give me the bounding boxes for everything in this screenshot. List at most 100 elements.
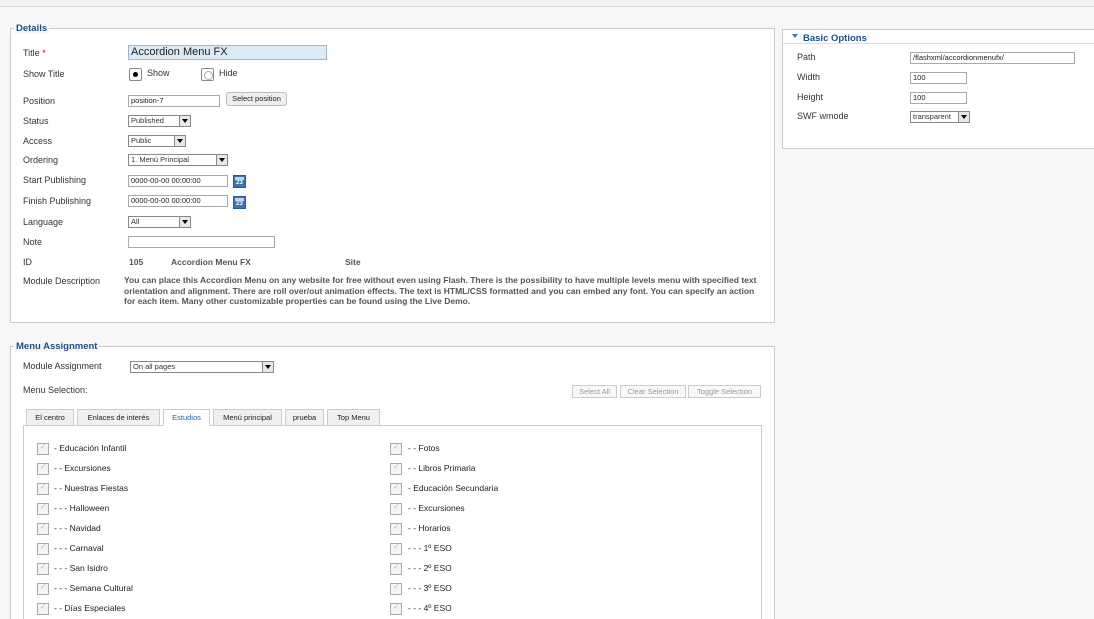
language-label: Language	[23, 217, 64, 227]
show-title-hide-radio[interactable]	[201, 68, 214, 81]
menu-item-checkbox[interactable]	[390, 522, 402, 535]
menu-item-checkbox[interactable]	[37, 522, 49, 535]
height-input[interactable]: 100	[910, 92, 967, 104]
tab-prueba[interactable]: prueba	[285, 409, 324, 426]
height-label: Height	[797, 92, 824, 102]
menu-item-label: - - Excursiones	[408, 503, 465, 513]
show-title-hide-label: Hide	[219, 68, 238, 78]
title-label: Title *	[23, 48, 46, 58]
swf-wmode-select[interactable]: transparent	[910, 111, 970, 123]
menu-item-label: - - Nuestras Fiestas	[54, 483, 129, 493]
path-input[interactable]: /flashxml/accordionmenufx/	[910, 52, 1075, 64]
top-bar	[0, 0, 1094, 7]
show-title-show-label: Show	[147, 68, 170, 78]
chevron-down-icon	[216, 155, 227, 165]
menu-item-checkbox[interactable]	[37, 502, 49, 515]
basic-options-title: Basic Options	[803, 33, 867, 44]
module-assignment-label: Module Assignment	[23, 361, 102, 371]
title-input[interactable]: Accordion Menu FX	[128, 45, 327, 60]
menu-item-checkbox[interactable]	[390, 562, 402, 575]
menu-item-checkbox[interactable]	[390, 502, 402, 515]
caret-down-icon	[792, 34, 798, 38]
menu-item-label: - - Días Especiales	[54, 603, 126, 613]
calendar-icon[interactable]: 23	[233, 175, 246, 188]
clear-selection-button[interactable]: Clear Selection	[620, 385, 686, 398]
menu-assignment-legend: Menu Assignment	[14, 341, 100, 352]
menu-item-checkbox[interactable]	[390, 482, 402, 495]
start-publishing-input[interactable]: 0000-00-00 00:00:00	[128, 175, 228, 187]
module-assignment-select[interactable]: On all pages	[130, 361, 274, 373]
menu-item-label: - - Horarios	[408, 523, 451, 533]
id-number: 105	[129, 257, 144, 267]
menu-item-label: - - - San Isidro	[54, 563, 108, 573]
chevron-down-icon	[174, 136, 185, 146]
menu-item-checkbox[interactable]	[390, 542, 402, 555]
menu-item-checkbox[interactable]	[390, 602, 402, 615]
show-title-label: Show Title	[23, 69, 65, 79]
menu-item-checkbox[interactable]	[37, 542, 49, 555]
menu-item-checkbox[interactable]	[37, 602, 49, 615]
tab-menu-principal[interactable]: Menú principal	[213, 409, 282, 426]
finish-publishing-label: Finish Publishing	[23, 196, 92, 206]
basic-options-panel: Basic Options Path /flashxml/accordionme…	[782, 29, 1094, 149]
swf-wmode-label: SWF wmode	[797, 111, 849, 121]
tab-el-centro[interactable]: El centro	[26, 409, 74, 426]
chevron-down-icon	[262, 362, 273, 372]
menu-item-checkbox[interactable]	[390, 582, 402, 595]
menu-item-checkbox[interactable]	[390, 462, 402, 475]
status-label: Status	[23, 116, 49, 126]
menu-item-label: - - - Semana Cultural	[54, 583, 133, 593]
menu-item-label: - - Fotos	[408, 443, 440, 453]
chevron-down-icon	[958, 112, 969, 122]
details-legend: Details	[14, 23, 50, 34]
toggle-selection-button[interactable]: Toggle Selection	[688, 385, 761, 398]
ordering-select-value: 1. Menú Principal	[131, 155, 189, 164]
menu-item-label: - - - Navidad	[54, 523, 101, 533]
menu-item-label: - - - 4º ESO	[408, 603, 452, 613]
position-label: Position	[23, 96, 56, 106]
calendar-icon[interactable]: 23	[233, 196, 246, 209]
position-input[interactable]: position-7	[128, 95, 220, 107]
menu-item-checkbox[interactable]	[37, 482, 49, 495]
chevron-down-icon	[179, 217, 190, 227]
menu-item-label: - Educación Secundaria	[408, 483, 499, 493]
access-select-value: Public	[131, 136, 152, 145]
note-input[interactable]	[128, 236, 275, 248]
tab-top-menu[interactable]: Top Menu	[327, 409, 380, 426]
menu-selection-label: Menu Selection:	[23, 385, 88, 395]
menu-item-label: - Educación Infantil	[54, 443, 127, 453]
details-panel: Details Title * Accordion Menu FX Show T…	[10, 23, 775, 323]
menu-item-label: - - - 2º ESO	[408, 563, 452, 573]
status-select-value: Published	[131, 116, 164, 125]
access-select[interactable]: Public	[128, 135, 186, 147]
language-select-value: All	[131, 217, 140, 226]
menu-item-checkbox[interactable]	[37, 582, 49, 595]
menu-item-checkbox[interactable]	[37, 462, 49, 475]
menu-item-checkbox[interactable]	[390, 442, 402, 455]
menu-assignment-panel: Menu Assignment Module Assignment On all…	[10, 341, 775, 619]
id-module-name: Accordion Menu FX	[171, 257, 251, 267]
status-select[interactable]: Published	[128, 115, 191, 127]
select-all-button[interactable]: Select All	[572, 385, 617, 398]
swf-wmode-select-value: transparent	[913, 112, 951, 121]
menu-item-label: - - - 3º ESO	[408, 583, 452, 593]
show-title-show-radio[interactable]	[129, 68, 142, 81]
tab-enlaces-de-interes[interactable]: Enlaces de interés	[77, 409, 160, 426]
id-label: ID	[23, 257, 32, 267]
chevron-down-icon	[179, 116, 190, 126]
path-label: Path	[797, 52, 816, 62]
module-description-text: You can place this Accordion Menu on any…	[124, 275, 757, 306]
menu-item-label: - - Libros Primaria	[408, 463, 476, 473]
menu-item-label: - - - 1º ESO	[408, 543, 452, 553]
basic-options-header[interactable]: Basic Options	[783, 30, 1094, 44]
tab-estudios[interactable]: Estudios	[163, 409, 210, 426]
menu-item-checkbox[interactable]	[37, 562, 49, 575]
width-input[interactable]: 100	[910, 72, 967, 84]
menu-item-checkbox[interactable]	[37, 442, 49, 455]
module-assignment-select-value: On all pages	[133, 362, 176, 371]
select-position-button[interactable]: Select position	[226, 92, 287, 106]
language-select[interactable]: All	[128, 216, 191, 228]
ordering-select[interactable]: 1. Menú Principal	[128, 154, 228, 166]
ordering-label: Ordering	[23, 155, 59, 165]
finish-publishing-input[interactable]: 0000-00-00 00:00:00	[128, 195, 228, 207]
